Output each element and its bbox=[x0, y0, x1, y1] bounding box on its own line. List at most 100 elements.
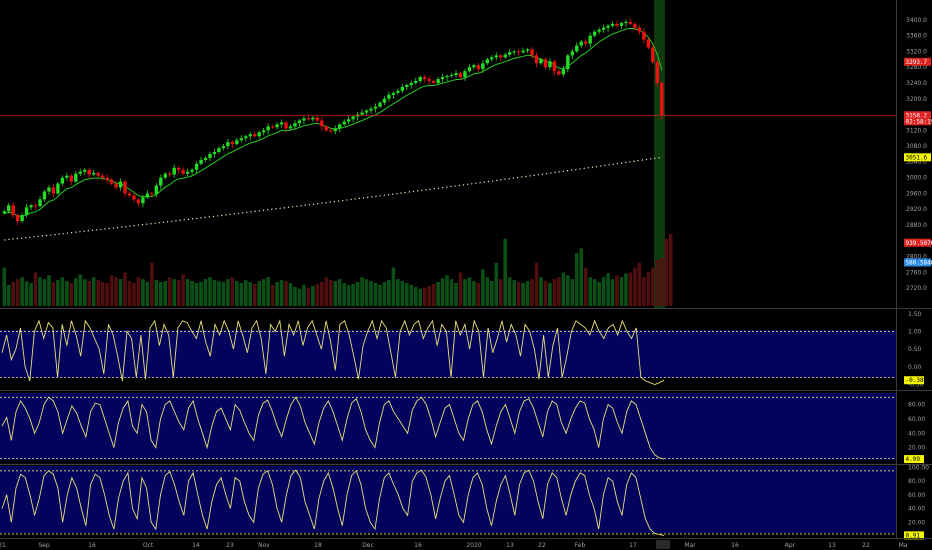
price-axis-tick: 3200.0 bbox=[906, 96, 927, 103]
candle-body bbox=[660, 83, 664, 116]
price-tag-label: 3051.6 bbox=[906, 154, 928, 161]
oscillator-axis-tick: 80.00 bbox=[908, 402, 925, 409]
oscillator-axis-tick: 80.00 bbox=[908, 478, 925, 485]
x-axis-tick: 22 bbox=[538, 542, 546, 549]
oscillator-axis-tick: 0.50 bbox=[908, 346, 922, 353]
x-axis-tick: Mar bbox=[684, 542, 696, 549]
candle-body bbox=[655, 62, 659, 83]
candle-body bbox=[507, 52, 512, 55]
volume-bar bbox=[364, 279, 369, 306]
candle-body bbox=[440, 77, 445, 80]
volume-bar bbox=[490, 281, 494, 306]
volume-bar bbox=[257, 281, 261, 306]
volume-bar bbox=[87, 281, 92, 306]
volume-bar bbox=[422, 287, 427, 306]
volume-bar bbox=[190, 281, 194, 306]
x-axis-tick: 16 bbox=[414, 542, 422, 549]
candle-body bbox=[642, 31, 646, 40]
price-axis-tick: 3240.0 bbox=[906, 80, 927, 87]
volume-bar bbox=[47, 275, 51, 306]
volume-bar bbox=[51, 282, 56, 306]
candle-body bbox=[253, 134, 257, 137]
candle-body bbox=[499, 55, 503, 58]
volume-bar bbox=[167, 277, 172, 306]
candle-body bbox=[47, 187, 51, 192]
candle-body bbox=[400, 86, 405, 91]
volume-bar bbox=[145, 282, 150, 306]
volume-bar bbox=[127, 281, 132, 306]
volume-bar bbox=[297, 288, 302, 306]
volume-bar bbox=[583, 267, 588, 306]
volume-bar bbox=[458, 272, 463, 306]
volume-bar bbox=[226, 279, 230, 306]
volume-bar bbox=[275, 282, 279, 306]
volume-bar bbox=[163, 281, 168, 306]
volume-bar bbox=[498, 279, 503, 306]
x-axis-tick: 22 bbox=[862, 542, 870, 549]
volume-bar bbox=[668, 234, 673, 306]
volume-bar bbox=[659, 258, 664, 306]
candle-body bbox=[239, 138, 244, 141]
candle-body bbox=[315, 117, 320, 121]
candle-body bbox=[221, 146, 226, 149]
candle-body bbox=[601, 27, 606, 30]
volume-bar bbox=[65, 281, 69, 306]
candle-body bbox=[387, 94, 391, 99]
volume-bar bbox=[351, 283, 355, 306]
candle-body bbox=[525, 49, 530, 51]
candle-body bbox=[284, 122, 288, 129]
chart-canvas: 3400.03360.03320.03280.03240.03200.03160… bbox=[0, 0, 932, 549]
volume-bar bbox=[154, 280, 159, 306]
volume-bar bbox=[306, 287, 311, 306]
x-axis-tick: 18 bbox=[314, 542, 322, 549]
candle-body bbox=[100, 175, 105, 178]
volume-bar bbox=[539, 277, 543, 306]
volume-bar bbox=[176, 280, 181, 306]
price-tag-label: 3293.7 bbox=[906, 59, 928, 66]
volume-bar bbox=[60, 277, 65, 306]
volume-bar bbox=[606, 273, 610, 306]
candle-body bbox=[212, 152, 217, 154]
candle-body bbox=[33, 205, 38, 207]
volume-bar bbox=[74, 278, 78, 306]
candle-body bbox=[458, 73, 463, 78]
volume-bar bbox=[409, 284, 414, 306]
oscillator-axis-tick: 1.00 bbox=[908, 328, 922, 335]
candle-body bbox=[552, 61, 557, 72]
price-axis-tick: 3120.0 bbox=[906, 127, 927, 134]
volume-bar bbox=[615, 275, 619, 306]
candle-body bbox=[405, 84, 409, 87]
volume-bar bbox=[252, 283, 257, 306]
volume-bar bbox=[302, 284, 306, 306]
oscillator-fill-2 bbox=[0, 393, 896, 460]
candle-body bbox=[575, 45, 579, 52]
candle-body bbox=[592, 31, 597, 36]
x-axis-tick: 16 bbox=[88, 542, 96, 549]
candle-body bbox=[293, 123, 297, 127]
x-axis-tick: 13 bbox=[828, 542, 836, 549]
volume-bar bbox=[2, 267, 7, 306]
volume-bar bbox=[266, 277, 270, 306]
candle-body bbox=[619, 23, 624, 26]
oscillator-fill-1 bbox=[0, 330, 896, 378]
candle-body bbox=[320, 120, 324, 127]
volume-bar bbox=[328, 280, 333, 306]
volume-bar bbox=[601, 277, 606, 306]
volume-bar bbox=[472, 281, 476, 306]
x-axis-tick: 23 bbox=[226, 542, 234, 549]
candle-body bbox=[24, 207, 29, 216]
candle-body bbox=[168, 173, 172, 175]
candle-body bbox=[105, 177, 109, 180]
volume-bar bbox=[203, 279, 208, 306]
candle-body bbox=[467, 67, 472, 72]
candle-body bbox=[566, 55, 570, 70]
volume-bar bbox=[284, 281, 288, 306]
oscillator-fill-3 bbox=[0, 466, 896, 533]
volume-bar bbox=[369, 281, 373, 306]
volume-bar bbox=[436, 282, 440, 306]
candle-body bbox=[637, 27, 642, 32]
candle-body bbox=[610, 23, 615, 26]
volume-bar bbox=[181, 274, 185, 306]
candle-body bbox=[454, 73, 458, 76]
candle-body bbox=[91, 172, 96, 175]
